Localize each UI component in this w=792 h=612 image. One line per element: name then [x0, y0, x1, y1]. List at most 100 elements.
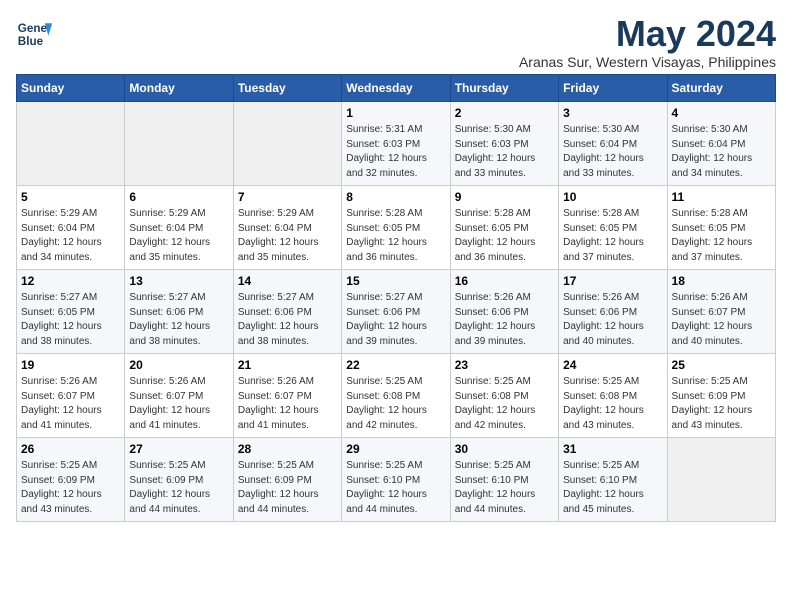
calendar-cell: [125, 102, 233, 186]
day-number: 13: [129, 274, 228, 288]
day-number: 16: [455, 274, 554, 288]
day-info: Sunrise: 5:25 AMSunset: 6:09 PMDaylight:…: [21, 459, 120, 517]
day-info: Sunrise: 5:29 AMSunset: 6:04 PMDaylight:…: [21, 207, 120, 265]
day-number: 14: [238, 274, 337, 288]
calendar-cell: 17 Sunrise: 5:26 AMSunset: 6:06 PMDayligh…: [559, 270, 667, 354]
day-number: 28: [238, 442, 337, 456]
day-number: 6: [129, 190, 228, 204]
weekday-row: SundayMondayTuesdayWednesdayThursdayFrid…: [17, 75, 776, 102]
day-number: 30: [455, 442, 554, 456]
day-number: 26: [21, 442, 120, 456]
weekday-header-tuesday: Tuesday: [233, 75, 341, 102]
day-info: Sunrise: 5:26 AMSunset: 6:06 PMDaylight:…: [563, 291, 662, 349]
day-info: Sunrise: 5:26 AMSunset: 6:07 PMDaylight:…: [672, 291, 771, 349]
svg-text:Blue: Blue: [18, 35, 44, 48]
day-number: 24: [563, 358, 662, 372]
day-number: 8: [346, 190, 445, 204]
week-row-1: 1Sunrise: 5:31 AMSunset: 6:03 PMDaylight…: [17, 102, 776, 186]
day-info: Sunrise: 5:26 AMSunset: 6:06 PMDaylight:…: [455, 291, 554, 349]
day-info: Sunrise: 5:30 AMSunset: 6:04 PMDaylight:…: [563, 123, 662, 181]
calendar-cell: 29Sunrise: 5:25 AMSunset: 6:10 PMDayligh…: [342, 438, 450, 522]
logo-icon: General Blue: [16, 16, 52, 52]
day-number: 15: [346, 274, 445, 288]
calendar-cell: 5 Sunrise: 5:29 AMSunset: 6:04 PMDaylight…: [17, 186, 125, 270]
day-number: 4: [672, 106, 771, 120]
day-info: Sunrise: 5:28 AMSunset: 6:05 PMDaylight:…: [672, 207, 771, 265]
day-number: 9: [455, 190, 554, 204]
day-info: Sunrise: 5:25 AMSunset: 6:10 PMDaylight:…: [455, 459, 554, 517]
calendar-cell: 20Sunrise: 5:26 AMSunset: 6:07 PMDayligh…: [125, 354, 233, 438]
calendar-cell: 4Sunrise: 5:30 AMSunset: 6:04 PMDaylight…: [667, 102, 775, 186]
calendar-cell: [233, 102, 341, 186]
day-info: Sunrise: 5:27 AMSunset: 6:06 PMDaylight:…: [129, 291, 228, 349]
week-row-4: 19Sunrise: 5:26 AMSunset: 6:07 PMDayligh…: [17, 354, 776, 438]
day-number: 25: [672, 358, 771, 372]
calendar-cell: 28 Sunrise: 5:25 AMSunset: 6:09 PMDayligh…: [233, 438, 341, 522]
day-number: 2: [455, 106, 554, 120]
calendar-cell: 24 Sunrise: 5:25 AMSunset: 6:08 PMDayligh…: [559, 354, 667, 438]
day-number: 11: [672, 190, 771, 204]
calendar-cell: 25 Sunrise: 5:25 AMSunset: 6:09 PMDayligh…: [667, 354, 775, 438]
weekday-header-wednesday: Wednesday: [342, 75, 450, 102]
day-info: Sunrise: 5:25 AMSunset: 6:09 PMDaylight:…: [129, 459, 228, 517]
calendar-cell: 21 Sunrise: 5:26 AMSunset: 6:07 PMDayligh…: [233, 354, 341, 438]
day-info: Sunrise: 5:26 AMSunset: 6:07 PMDaylight:…: [238, 375, 337, 433]
day-info: Sunrise: 5:29 AMSunset: 6:04 PMDaylight:…: [129, 207, 228, 265]
day-info: Sunrise: 5:25 AMSunset: 6:08 PMDaylight:…: [563, 375, 662, 433]
weekday-header-sunday: Sunday: [17, 75, 125, 102]
day-info: Sunrise: 5:26 AMSunset: 6:07 PMDaylight:…: [21, 375, 120, 433]
calendar-cell: 19Sunrise: 5:26 AMSunset: 6:07 PMDayligh…: [17, 354, 125, 438]
day-number: 3: [563, 106, 662, 120]
calendar-cell: 7Sunrise: 5:29 AMSunset: 6:04 PMDaylight…: [233, 186, 341, 270]
day-info: Sunrise: 5:25 AMSunset: 6:08 PMDaylight:…: [346, 375, 445, 433]
week-row-5: 26 Sunrise: 5:25 AMSunset: 6:09 PMDayligh…: [17, 438, 776, 522]
day-number: 10: [563, 190, 662, 204]
day-info: Sunrise: 5:25 AMSunset: 6:10 PMDaylight:…: [563, 459, 662, 517]
calendar-cell: 10Sunrise: 5:28 AMSunset: 6:05 PMDayligh…: [559, 186, 667, 270]
day-info: Sunrise: 5:31 AMSunset: 6:03 PMDaylight:…: [346, 123, 445, 181]
calendar-cell: 31Sunrise: 5:25 AMSunset: 6:10 PMDayligh…: [559, 438, 667, 522]
calendar-body: 1Sunrise: 5:31 AMSunset: 6:03 PMDaylight…: [17, 102, 776, 522]
day-number: 18: [672, 274, 771, 288]
calendar-cell: 23Sunrise: 5:25 AMSunset: 6:08 PMDayligh…: [450, 354, 558, 438]
day-number: 22: [346, 358, 445, 372]
day-info: Sunrise: 5:25 AMSunset: 6:09 PMDaylight:…: [672, 375, 771, 433]
day-number: 21: [238, 358, 337, 372]
calendar-cell: 12 Sunrise: 5:27 AMSunset: 6:05 PMDayligh…: [17, 270, 125, 354]
day-info: Sunrise: 5:27 AMSunset: 6:05 PMDaylight:…: [21, 291, 120, 349]
calendar-cell: 9 Sunrise: 5:28 AMSunset: 6:05 PMDaylight…: [450, 186, 558, 270]
calendar-cell: 15 Sunrise: 5:27 AMSunset: 6:06 PMDayligh…: [342, 270, 450, 354]
title-block: May 2024 Aranas Sur, Western Visayas, Ph…: [519, 16, 776, 70]
day-number: 17: [563, 274, 662, 288]
day-number: 12: [21, 274, 120, 288]
calendar-cell: 22 Sunrise: 5:25 AMSunset: 6:08 PMDayligh…: [342, 354, 450, 438]
calendar-cell: 26 Sunrise: 5:25 AMSunset: 6:09 PMDayligh…: [17, 438, 125, 522]
weekday-header-monday: Monday: [125, 75, 233, 102]
day-info: Sunrise: 5:29 AMSunset: 6:04 PMDaylight:…: [238, 207, 337, 265]
calendar-cell: 30 Sunrise: 5:25 AMSunset: 6:10 PMDayligh…: [450, 438, 558, 522]
day-info: Sunrise: 5:25 AMSunset: 6:08 PMDaylight:…: [455, 375, 554, 433]
calendar-cell: 16 Sunrise: 5:26 AMSunset: 6:06 PMDayligh…: [450, 270, 558, 354]
logo: General Blue: [16, 16, 52, 52]
calendar-cell: 14 Sunrise: 5:27 AMSunset: 6:06 PMDayligh…: [233, 270, 341, 354]
day-info: Sunrise: 5:25 AMSunset: 6:09 PMDaylight:…: [238, 459, 337, 517]
week-row-3: 12 Sunrise: 5:27 AMSunset: 6:05 PMDayligh…: [17, 270, 776, 354]
weekday-header-friday: Friday: [559, 75, 667, 102]
day-info: Sunrise: 5:30 AMSunset: 6:03 PMDaylight:…: [455, 123, 554, 181]
calendar-cell: 13 Sunrise: 5:27 AMSunset: 6:06 PMDayligh…: [125, 270, 233, 354]
location: Aranas Sur, Western Visayas, Philippines: [519, 54, 776, 70]
day-info: Sunrise: 5:28 AMSunset: 6:05 PMDaylight:…: [346, 207, 445, 265]
day-number: 5: [21, 190, 120, 204]
calendar-cell: 2 Sunrise: 5:30 AMSunset: 6:03 PMDaylight…: [450, 102, 558, 186]
week-row-2: 5 Sunrise: 5:29 AMSunset: 6:04 PMDaylight…: [17, 186, 776, 270]
calendar-cell: 11 Sunrise: 5:28 AMSunset: 6:05 PMDayligh…: [667, 186, 775, 270]
calendar-cell: 1Sunrise: 5:31 AMSunset: 6:03 PMDaylight…: [342, 102, 450, 186]
day-info: Sunrise: 5:27 AMSunset: 6:06 PMDaylight:…: [238, 291, 337, 349]
day-info: Sunrise: 5:28 AMSunset: 6:05 PMDaylight:…: [455, 207, 554, 265]
calendar-cell: 6 Sunrise: 5:29 AMSunset: 6:04 PMDaylight…: [125, 186, 233, 270]
calendar-cell: 27Sunrise: 5:25 AMSunset: 6:09 PMDayligh…: [125, 438, 233, 522]
day-info: Sunrise: 5:27 AMSunset: 6:06 PMDaylight:…: [346, 291, 445, 349]
page-header: General Blue May 2024 Aranas Sur, Wester…: [16, 16, 776, 70]
calendar-cell: 8 Sunrise: 5:28 AMSunset: 6:05 PMDaylight…: [342, 186, 450, 270]
day-info: Sunrise: 5:25 AMSunset: 6:10 PMDaylight:…: [346, 459, 445, 517]
